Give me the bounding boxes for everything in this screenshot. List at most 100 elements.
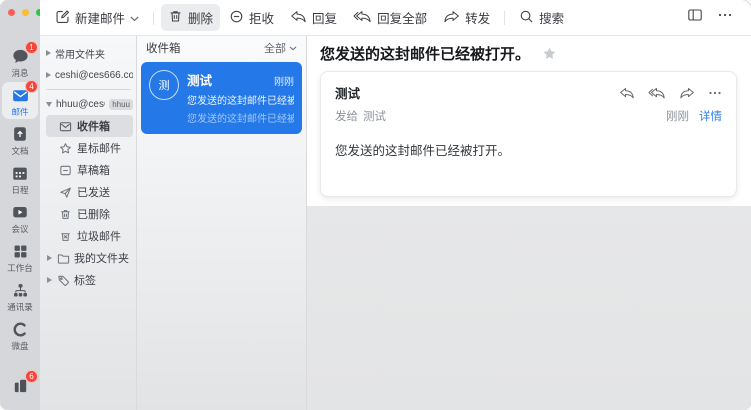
mail-icon: 4 bbox=[10, 85, 30, 105]
reply-arrow-icon bbox=[290, 10, 307, 26]
folder-starred[interactable]: 星标邮件 bbox=[46, 137, 133, 159]
main-region: 新建邮件 删除 拒收 bbox=[40, 0, 751, 410]
email-actions bbox=[619, 87, 722, 99]
reject-button[interactable]: 拒收 bbox=[222, 4, 281, 31]
reading-pane: 您发送的这封邮件已经被打开。 测试 bbox=[307, 36, 751, 410]
search-button[interactable]: 搜索 bbox=[512, 4, 571, 31]
rail-item-mail[interactable]: 4 邮件 bbox=[2, 82, 38, 119]
message-sender: 测试 bbox=[187, 70, 212, 89]
delete-button[interactable]: 删除 bbox=[161, 4, 220, 31]
rail-item-contacts[interactable]: 通讯录 bbox=[2, 277, 38, 314]
reading-pane-background bbox=[307, 206, 751, 410]
grid-apps-icon bbox=[10, 241, 30, 261]
chat-bubble-icon: 1 bbox=[10, 46, 30, 66]
folder-deleted[interactable]: 已删除 bbox=[46, 203, 133, 225]
ellipsis-icon bbox=[717, 7, 733, 28]
email-card: 测试 bbox=[320, 71, 737, 197]
folder-inbox[interactable]: 收件箱 bbox=[46, 115, 133, 137]
forward-arrow-icon bbox=[443, 10, 460, 26]
message-time: 刚刚 bbox=[274, 73, 294, 88]
tag-icon bbox=[56, 273, 70, 287]
star-subject-button[interactable] bbox=[542, 46, 557, 61]
rail-item-docs[interactable]: 文档 bbox=[2, 121, 38, 158]
folder-junk[interactable]: 垃圾邮件 bbox=[46, 225, 133, 247]
reply-all-button[interactable]: 回复全部 bbox=[346, 4, 434, 31]
section-account-hhuu[interactable]: hhuu@ces666... hhuu bbox=[46, 93, 133, 115]
folder-tags[interactable]: 标签 bbox=[46, 269, 133, 291]
avatar: 测 bbox=[149, 70, 179, 100]
message-list-header: 收件箱 全部 bbox=[137, 36, 306, 60]
paper-plane-icon bbox=[58, 185, 72, 199]
rail-item-more-apps[interactable]: 6 bbox=[10, 375, 30, 395]
recipient-name: 测试 bbox=[363, 108, 386, 124]
rail-nav: 1 消息 4 邮件 文档 日程 bbox=[2, 43, 38, 353]
org-contacts-icon bbox=[10, 280, 30, 300]
rail-item-messages[interactable]: 1 消息 bbox=[2, 43, 38, 80]
video-meeting-icon bbox=[10, 202, 30, 222]
toolbar-separator bbox=[153, 11, 154, 25]
rail-item-drive[interactable]: 微盘 bbox=[2, 316, 38, 353]
search-icon bbox=[519, 9, 534, 27]
trash-icon bbox=[168, 9, 183, 27]
trash-icon bbox=[58, 207, 72, 221]
chevron-down-icon bbox=[46, 102, 52, 107]
mail-app-window: 1 消息 4 邮件 文档 日程 bbox=[0, 0, 751, 410]
reply-all-arrow-icon bbox=[353, 10, 372, 26]
chevron-right-icon bbox=[46, 72, 51, 78]
email-body: 您发送的这封邮件已经被打开。 bbox=[335, 140, 722, 159]
message-list-item-selected[interactable]: 测 测试 刚刚 您发送的这封邮件已经被打开。 您发送的这封邮件已经被打开。 bbox=[141, 62, 302, 134]
section-common-folders[interactable]: 常用文件夹 bbox=[46, 42, 133, 64]
reply-button[interactable] bbox=[619, 87, 635, 99]
chevron-right-icon bbox=[46, 50, 51, 56]
star-outline-icon bbox=[58, 141, 72, 155]
email-sender: 测试 bbox=[335, 83, 360, 102]
layout-panel-icon bbox=[687, 7, 703, 28]
section-account-ceshi[interactable]: ceshi@ces666.com bbox=[46, 64, 133, 86]
toolbar: 新建邮件 删除 拒收 bbox=[40, 0, 751, 36]
folder-icon bbox=[56, 251, 70, 265]
message-preview-2: 您发送的这封邮件已经被打开。 bbox=[187, 110, 294, 125]
rail-item-schedule[interactable]: 日程 bbox=[2, 160, 38, 197]
folder-my-folders[interactable]: 我的文件夹 bbox=[46, 247, 133, 269]
reply-all-button[interactable] bbox=[648, 87, 666, 99]
messages-badge: 1 bbox=[25, 41, 38, 54]
close-window-button[interactable] bbox=[8, 9, 15, 16]
chevron-down-icon bbox=[289, 42, 297, 54]
compose-button[interactable]: 新建邮件 bbox=[48, 4, 146, 31]
message-item-main: 测试 刚刚 您发送的这封邮件已经被打开。 您发送的这封邮件已经被打开。 bbox=[187, 70, 294, 125]
document-icon bbox=[10, 124, 30, 144]
folder-sidebar: 常用文件夹 ceshi@ces666.com hhuu@ces666... hh… bbox=[40, 36, 137, 410]
more-apps-badge: 6 bbox=[25, 370, 38, 383]
calendar-icon bbox=[10, 163, 30, 183]
folder-sent[interactable]: 已发送 bbox=[46, 181, 133, 203]
chevron-right-icon bbox=[47, 277, 52, 283]
rail-item-meeting[interactable]: 会议 bbox=[2, 199, 38, 236]
layout-toggle-button[interactable] bbox=[681, 3, 709, 32]
to-label: 发给 bbox=[335, 108, 358, 124]
chevron-down-icon bbox=[130, 11, 139, 25]
email-time: 刚刚 bbox=[666, 108, 689, 124]
minimize-window-button[interactable] bbox=[22, 9, 29, 16]
chevron-right-icon bbox=[47, 255, 52, 261]
window-controls bbox=[0, 0, 43, 16]
filter-dropdown[interactable]: 全部 bbox=[264, 40, 297, 56]
forward-button[interactable] bbox=[679, 87, 695, 99]
compose-icon bbox=[55, 9, 70, 27]
reply-button[interactable]: 回复 bbox=[283, 4, 344, 31]
toolbar-separator bbox=[504, 11, 505, 25]
message-list-title: 收件箱 bbox=[146, 40, 181, 56]
forward-button[interactable]: 转发 bbox=[436, 4, 497, 31]
details-link[interactable]: 详情 bbox=[699, 108, 722, 124]
more-options-button[interactable] bbox=[708, 87, 722, 99]
message-list: 收件箱 全部 测 测试 刚刚 您发送的这 bbox=[137, 36, 307, 410]
account-tag: hhuu bbox=[109, 99, 133, 110]
content-area: 常用文件夹 ceshi@ces666.com hhuu@ces666... hh… bbox=[40, 36, 751, 410]
app-rail: 1 消息 4 邮件 文档 日程 bbox=[0, 0, 40, 410]
folder-drafts[interactable]: 草稿箱 bbox=[46, 159, 133, 181]
rail-item-workbench[interactable]: 工作台 bbox=[2, 238, 38, 275]
more-options-button[interactable] bbox=[711, 3, 739, 32]
reading-pane-top: 您发送的这封邮件已经被打开。 测试 bbox=[307, 36, 751, 206]
junk-bin-icon bbox=[58, 229, 72, 243]
drive-disk-icon bbox=[10, 319, 30, 339]
email-subject: 您发送的这封邮件已经被打开。 bbox=[320, 43, 530, 64]
